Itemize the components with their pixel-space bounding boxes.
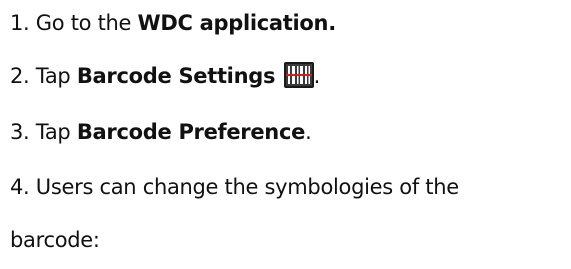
step-2: 2. Tap Barcode Settings . <box>10 50 565 106</box>
instruction-steps: 1. Go to the WDC application. 2. Tap Bar… <box>10 0 565 266</box>
step-4-continuation: barcode: <box>10 216 565 266</box>
step-3: 3. Tap Barcode Preference. <box>10 106 565 162</box>
step-3-suffix: . <box>305 120 312 144</box>
step-2-prefix: 2. Tap <box>10 64 77 88</box>
step-2-barcode-settings: Barcode Settings <box>76 64 276 88</box>
step-3-prefix: 3. Tap <box>10 120 77 144</box>
step-4: 4. Users can change the symbologies of t… <box>10 162 565 216</box>
step-5-text: barcode: <box>10 228 100 252</box>
step-1-app-name: WDC application. <box>137 11 337 35</box>
step-3-barcode-preference: Barcode Preference <box>76 120 306 144</box>
step-1: 1. Go to the WDC application. <box>10 0 565 50</box>
step-2-suffix: . <box>313 64 321 88</box>
step-4-text: 4. Users can change the symbologies of t… <box>10 175 459 199</box>
barcode-settings-icon <box>283 62 314 88</box>
step-1-prefix: 1. Go to the <box>10 11 138 35</box>
